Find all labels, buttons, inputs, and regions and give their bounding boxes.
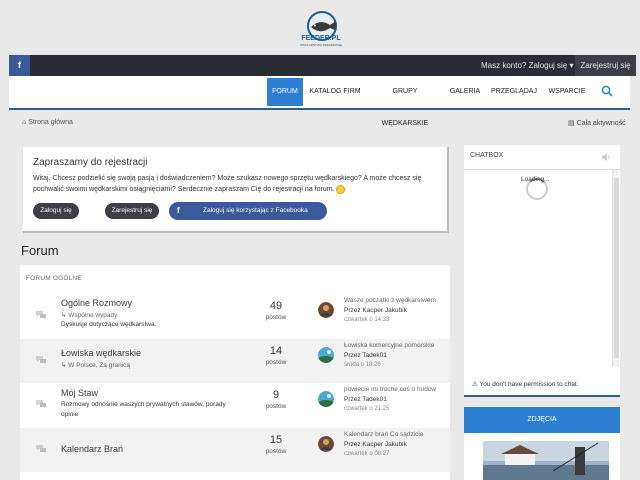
welcome-box: Zapraszamy do rejestracji Witaj. Chcesz …: [23, 147, 449, 233]
photos-widget: ZDJĘCIA: [464, 407, 620, 480]
post-count: 14: [269, 345, 283, 357]
facebook-icon: f: [177, 206, 180, 215]
forum-name[interactable]: Kalendarz Brań: [61, 444, 123, 454]
welcome-text: Witaj. Chcesz podzielić się swoją pasją …: [33, 173, 438, 195]
post-count: 49: [269, 300, 283, 312]
post-count-label: postów: [265, 448, 287, 455]
nav-forum[interactable]: FORUM: [267, 78, 303, 106]
subforum-links[interactable]: ↳ W Polsce, Za granicą: [61, 361, 130, 369]
facebook-login-button[interactable]: f Zaloguj się korzystając z Facebooka: [169, 202, 327, 220]
chat-permission-notice: ⚠ You don't have permission to chat.: [472, 380, 578, 388]
forum-name[interactable]: Mój Staw: [61, 388, 98, 398]
last-post-time: czwartek o 21:25: [344, 406, 390, 412]
last-post-author[interactable]: Przez Kacper Jakubik: [344, 307, 407, 314]
chat-messages-area[interactable]: Loading...: [464, 169, 620, 374]
nav-grupy-wedkarskie[interactable]: GRUPY WĘDKARSKIE: [370, 76, 440, 127]
nav-wsparcie[interactable]: WSPARCIE: [545, 76, 589, 108]
forum-name[interactable]: Ogólne Rozmowy: [61, 298, 132, 308]
post-count-label: postów: [265, 359, 287, 366]
post-count: 15: [269, 434, 283, 446]
search-icon[interactable]: [601, 85, 613, 97]
last-post-title[interactable]: Łowiska komercyjne pomorskie: [344, 342, 436, 349]
smiley-icon: [336, 184, 346, 194]
post-count: 9: [272, 389, 280, 401]
last-post-time: środa o 18:26: [344, 362, 381, 368]
facebook-button[interactable]: f: [9, 55, 30, 76]
nav-katalog-firm[interactable]: KATALOG FIRM: [309, 76, 361, 108]
forum-row: Łowiska wędkarskie ↳ W Polsce, Za granic…: [20, 339, 450, 383]
welcome-text-body: Witaj. Chcesz podzielić się swoją pasją …: [33, 175, 422, 193]
nav-galeria[interactable]: GALERIA: [448, 76, 482, 108]
logo-text: FEEDER.PL: [301, 35, 341, 42]
avatar[interactable]: [318, 436, 334, 452]
nav-przegladaj[interactable]: PRZEGLĄDAJ: [490, 76, 538, 108]
last-post-time: czwartek o 08:27: [344, 451, 390, 457]
activity-link[interactable]: ▤ Cała aktywność: [568, 119, 626, 127]
last-post-title[interactable]: Kalendarz brań Co sądzicie: [344, 431, 436, 438]
forum-row: Mój Staw Rozmowy odnośnie waszych prywat…: [20, 383, 450, 427]
page-title: Forum: [21, 243, 59, 258]
last-post-author[interactable]: Przez Tadek01: [344, 352, 387, 359]
subforum-link[interactable]: W Polsce, Za granicą: [68, 362, 130, 369]
photo-thumbnail[interactable]: [483, 441, 609, 480]
post-count-label: postów: [265, 403, 287, 410]
logo-subtitle: WĘDKARSTWO FEEDEROWE: [299, 43, 343, 47]
forum-description: Dyskusje dotyczące wędkarstwa.: [61, 321, 157, 328]
home-icon: ⌂: [22, 119, 27, 126]
chat-bubbles-icon: [36, 311, 46, 319]
chatbox-title: CHATBOX: [470, 152, 504, 159]
avatar[interactable]: [318, 391, 334, 407]
photos-title: ZDJĘCIA: [464, 407, 620, 433]
speaker-icon[interactable]: [602, 153, 612, 161]
activity-icon: ▤: [568, 120, 575, 127]
last-post-title[interactable]: Wasze początki z wędkarstwem: [344, 297, 436, 304]
forum-row: Kalendarz Brań 15 postów Kalendarz brań …: [20, 428, 450, 472]
breadcrumb-home[interactable]: Strona główna: [28, 119, 73, 126]
forum-list: FORUM OGÓLNE Ogólne Rozmowy ↳ Wspólne wy…: [20, 265, 450, 480]
last-post-author[interactable]: Przez Kacper Jakubik: [344, 441, 407, 448]
facebook-login-label: Zaloguj się korzystając z Facebooka: [203, 207, 308, 214]
category-header[interactable]: FORUM OGÓLNE: [26, 275, 82, 282]
chat-bubbles-icon: [36, 356, 46, 364]
last-post-time: czwartek o 14:33: [344, 317, 390, 323]
warning-icon: ⚠: [472, 381, 478, 388]
welcome-title: Zapraszamy do rejestracji: [33, 157, 148, 168]
login-button[interactable]: Zaloguj się: [33, 203, 79, 219]
breadcrumb[interactable]: ⌂ Strona główna: [22, 119, 73, 126]
forum-description: Rozmowy odnośnie waszych prywatnych staw…: [61, 401, 226, 418]
subforum-links[interactable]: ↳ Wspólne wypady: [61, 311, 117, 319]
avatar[interactable]: [318, 302, 334, 318]
chat-bubbles-icon: [36, 445, 46, 453]
chatbox: CHATBOX Loading... ⚠ You don't have perm…: [464, 145, 620, 397]
post-count-label: postów: [265, 314, 287, 321]
avatar[interactable]: [318, 347, 334, 363]
subforum-link[interactable]: Wspólne wypady: [68, 312, 117, 319]
last-post-author[interactable]: Przez Tadek01: [344, 396, 387, 403]
login-link[interactable]: Masz konto? Zaloguj się ▾: [471, 55, 584, 76]
main-nav: FORUM KATALOG FIRM GRUPY WĘDKARSKIE GALE…: [9, 76, 630, 127]
activity-label: Cała aktywność: [576, 120, 626, 127]
chat-scroll-thumb[interactable]: [614, 178, 619, 358]
forum-name[interactable]: Łowiska wędkarskie: [61, 348, 141, 358]
top-bar: f Masz konto? Zaloguj się ▾ Zarejestruj …: [9, 55, 636, 76]
register-link[interactable]: Zarejestruj się: [575, 55, 636, 76]
loading-spinner-icon: [526, 178, 548, 200]
register-button[interactable]: Zarejestruj się: [105, 203, 159, 219]
chat-scrollbar[interactable]: [612, 170, 619, 367]
forum-row: Ogólne Rozmowy ↳ Wspólne wypady Dyskusje…: [20, 294, 450, 338]
chat-bubbles-icon: [36, 400, 46, 408]
logo-area: FEEDER.PL WĘDKARSTWO FEEDEROWE: [0, 0, 640, 55]
last-post-title[interactable]: powiecie mi troche coś o hodowli: [344, 386, 436, 393]
chat-permission-text: You don't have permission to chat.: [479, 381, 579, 388]
